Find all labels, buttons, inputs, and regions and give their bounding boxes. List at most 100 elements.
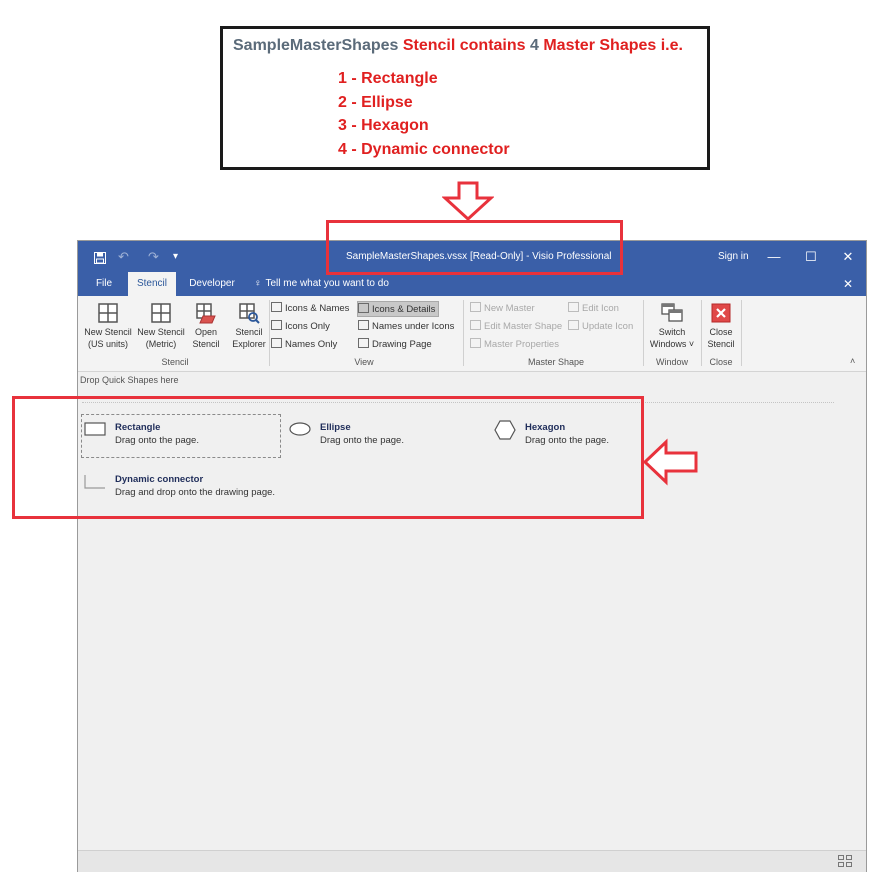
view-icons-only[interactable]: Icons Only bbox=[271, 319, 330, 335]
update-icon-icon bbox=[568, 320, 579, 331]
annotation-title-part: Stencil contains bbox=[398, 37, 530, 54]
view-icons-and-details[interactable]: Icons & Details bbox=[357, 301, 440, 317]
minimize-button[interactable]: — bbox=[755, 241, 793, 272]
view-option-icon bbox=[271, 338, 282, 349]
button-label: Windows ˅ bbox=[649, 339, 695, 349]
tab-developer[interactable]: Developer bbox=[182, 272, 242, 296]
button-label: New Stencil bbox=[137, 327, 185, 337]
view-names-under-icons[interactable]: Names under Icons bbox=[358, 319, 454, 335]
annotation-item: 4 - Dynamic connector bbox=[338, 140, 510, 158]
button-label: (Metric) bbox=[145, 339, 177, 349]
tab-file[interactable]: File bbox=[88, 272, 120, 296]
group-separator bbox=[741, 300, 742, 366]
ribbon-tabs: File Stencil Developer ♀ Tell me what you… bbox=[78, 272, 866, 298]
button-label: Close bbox=[709, 327, 733, 337]
new-stencil-icon bbox=[151, 303, 171, 323]
visio-window: ↶ ↷ ▾ SampleMasterShapes.vssx [Read-Only… bbox=[77, 240, 867, 872]
open-stencil-icon bbox=[196, 303, 216, 324]
master-option-label: New Master bbox=[484, 303, 535, 314]
button-label: New Stencil bbox=[84, 327, 132, 337]
switch-windows-button[interactable]: Switch Windows ˅ bbox=[645, 302, 699, 350]
group-separator bbox=[463, 300, 464, 366]
title-highlight-box bbox=[326, 220, 623, 275]
switch-windows-icon bbox=[661, 303, 683, 322]
group-label-window: Window bbox=[655, 357, 688, 367]
view-option-label: Icons Only bbox=[285, 321, 330, 332]
edit-master-shape-icon bbox=[470, 320, 481, 331]
close-window-button[interactable]: ✕ bbox=[829, 241, 867, 272]
master-option-label: Edit Icon bbox=[582, 303, 619, 314]
annotation-item: 3 - Hexagon bbox=[338, 117, 429, 134]
close-stencil-button[interactable]: Close Stencil bbox=[703, 302, 739, 350]
edit-master-shape-button[interactable]: Edit Master Shape bbox=[470, 319, 562, 335]
new-stencil-icon bbox=[98, 303, 118, 323]
new-master-icon bbox=[470, 302, 481, 313]
annotation-title-part: Master Shapes i.e. bbox=[538, 37, 683, 54]
annotation-title-part: 4 bbox=[530, 37, 539, 54]
annotation-item: 1 - Rectangle bbox=[338, 70, 438, 87]
ribbon: New Stencil (US units) New Stencil (Metr… bbox=[78, 296, 866, 372]
tell-me-text: Tell me what you want to do bbox=[265, 278, 389, 289]
master-option-label: Master Properties bbox=[484, 339, 559, 350]
shapes-highlight-box bbox=[12, 396, 644, 519]
tell-me-box[interactable]: ♀ Tell me what you want to do bbox=[254, 272, 389, 296]
left-arrow-icon bbox=[642, 438, 698, 486]
button-label: (US units) bbox=[87, 339, 128, 349]
group-label-view: View bbox=[354, 357, 374, 367]
view-option-label: Names Only bbox=[285, 339, 338, 350]
tab-stencil[interactable]: Stencil bbox=[128, 272, 176, 298]
edit-icon-button[interactable]: Edit Icon bbox=[568, 301, 619, 317]
annotation-item: 2 - Ellipse bbox=[338, 93, 413, 111]
button-label: Switch bbox=[658, 327, 686, 337]
button-label: Stencil bbox=[192, 339, 220, 349]
view-option-icon bbox=[358, 338, 369, 349]
save-icon[interactable] bbox=[94, 241, 106, 272]
collapse-ribbon-button[interactable]: ˄ bbox=[850, 356, 855, 366]
group-separator bbox=[701, 300, 702, 366]
group-separator bbox=[269, 300, 270, 366]
new-stencil-metric-button[interactable]: New Stencil (Metric) bbox=[135, 302, 187, 350]
close-stencil-icon bbox=[711, 303, 731, 323]
stencil-explorer-button[interactable]: Stencil Explorer bbox=[228, 302, 270, 350]
button-label: Stencil bbox=[235, 327, 263, 337]
annotation-shape-list: 1 - Rectangle 2 - Ellipse 3 - Hexagon 4 … bbox=[338, 67, 510, 161]
annotation-callout: SampleMasterShapes Stencil contains 4 Ma… bbox=[220, 26, 710, 170]
restore-button[interactable]: ☐ bbox=[792, 241, 830, 272]
group-separator bbox=[643, 300, 644, 366]
view-option-icon bbox=[358, 303, 369, 314]
view-option-icon bbox=[271, 302, 282, 313]
view-option-label: Names under Icons bbox=[372, 321, 455, 332]
view-drawing-page[interactable]: Drawing Page bbox=[358, 337, 432, 353]
down-arrow-icon bbox=[442, 181, 494, 222]
stencil-explorer-icon bbox=[239, 303, 260, 324]
edit-icon-icon bbox=[568, 302, 579, 313]
view-option-label: Icons & Details bbox=[372, 304, 436, 315]
group-label-stencil: Stencil bbox=[161, 357, 189, 367]
annotation-title: SampleMasterShapes Stencil contains 4 Ma… bbox=[233, 37, 683, 55]
master-option-label: Update Icon bbox=[582, 321, 634, 332]
new-master-button[interactable]: New Master bbox=[470, 301, 535, 317]
redo-icon[interactable]: ↷ bbox=[148, 241, 159, 272]
view-icons-and-names[interactable]: Icons & Names bbox=[271, 301, 349, 317]
new-stencil-us-button[interactable]: New Stencil (US units) bbox=[82, 302, 134, 350]
sign-in-link[interactable]: Sign in bbox=[718, 241, 749, 272]
view-toggle-icon[interactable] bbox=[838, 855, 852, 867]
group-label-close: Close bbox=[709, 357, 733, 367]
view-option-label: Drawing Page bbox=[372, 339, 432, 350]
button-label: Explorer bbox=[232, 339, 266, 349]
view-option-icon bbox=[271, 320, 282, 331]
customize-qat-icon[interactable]: ▾ bbox=[173, 241, 178, 272]
master-properties-button[interactable]: Master Properties bbox=[470, 337, 559, 353]
lightbulb-icon: ♀ bbox=[254, 278, 262, 289]
button-label: Stencil bbox=[707, 339, 735, 349]
view-option-label: Icons & Names bbox=[285, 303, 350, 314]
close-document-button[interactable]: ✕ bbox=[838, 272, 858, 296]
view-names-only[interactable]: Names Only bbox=[271, 337, 337, 353]
open-stencil-button[interactable]: Open Stencil bbox=[188, 302, 224, 350]
undo-icon[interactable]: ↶ bbox=[118, 241, 129, 272]
button-label: Open bbox=[194, 327, 218, 337]
view-option-icon bbox=[358, 320, 369, 331]
status-bar bbox=[78, 850, 866, 872]
group-label-master-shape: Master Shape bbox=[527, 357, 585, 367]
update-icon-button[interactable]: Update Icon bbox=[568, 319, 633, 335]
